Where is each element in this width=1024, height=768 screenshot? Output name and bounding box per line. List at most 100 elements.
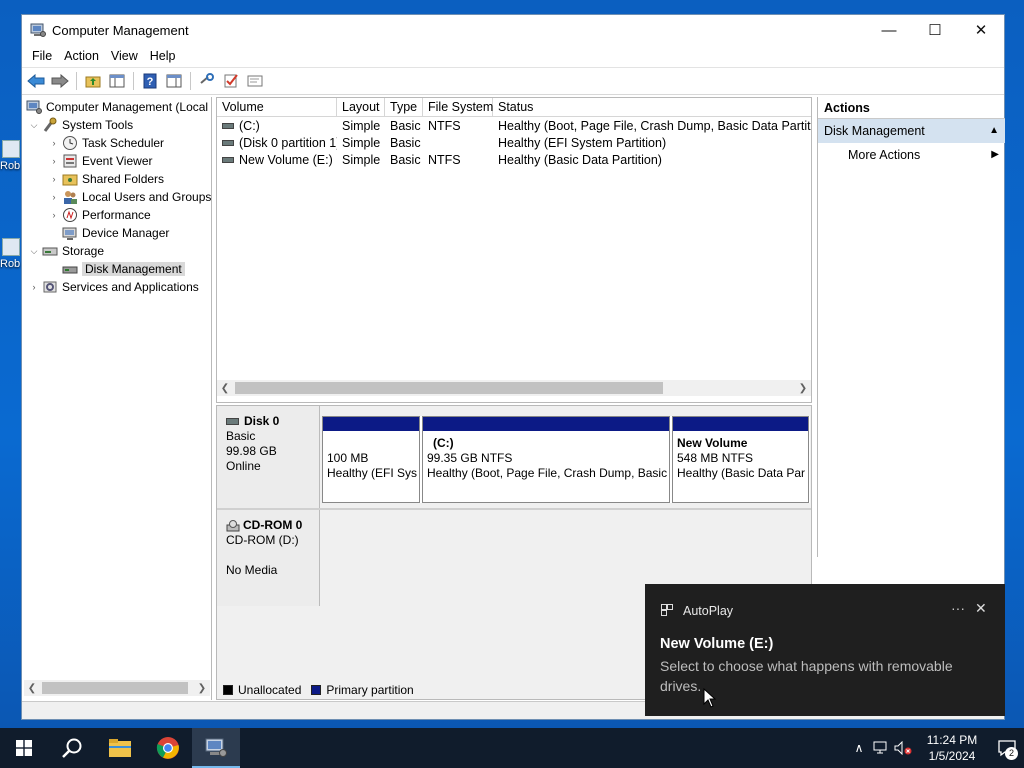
up-folder-button[interactable] [83,71,103,91]
start-button[interactable] [0,728,48,768]
maximize-icon: ☐ [928,22,942,39]
close-button[interactable]: ✕ [958,15,1004,45]
cdrom-0-label[interactable]: CD-ROM 0 CD-ROM (D:) No Media [217,510,320,606]
desktop-icon[interactable]: Rob [0,238,22,278]
network-button[interactable] [870,728,892,768]
windows-logo-icon [16,740,32,756]
maximize-button[interactable]: ☐ [912,15,958,45]
back-button[interactable] [26,71,46,91]
clock[interactable]: 11:24 PM 1/5/2024 [920,732,984,764]
chevron-right-icon[interactable]: › [48,174,60,184]
tree-item-label: Task Scheduler [82,136,165,150]
chrome-button[interactable] [144,728,192,768]
clock-time: 11:24 PM [926,733,978,747]
storage-icon [42,247,58,256]
menu-help[interactable]: Help [144,49,182,63]
tree-item-device-manager[interactable]: Device Manager [60,224,169,242]
more-actions-item[interactable]: More Actions ▶ [818,143,1005,167]
shortcut-icon [2,140,20,158]
volume-layout: Simple [342,152,381,167]
volume-row[interactable]: New Volume (E:) Simple Basic NTFS Health… [217,151,811,168]
volume-row[interactable]: (Disk 0 partition 1) Simple Basic Health… [217,134,811,151]
column-header-volume[interactable]: Volume [217,98,337,116]
desktop-icon[interactable]: Rob [0,140,22,180]
partition-status: Healthy (EFI Sys [327,466,418,480]
actions-section-disk-management[interactable]: Disk Management ▲ [818,119,1005,143]
toolbar: ? [22,67,1004,95]
volume-status: Healthy (Boot, Page File, Crash Dump, Ba… [498,118,811,133]
more-options-icon[interactable]: ··· [951,600,965,616]
column-header-status[interactable]: Status [493,98,811,116]
tree-item-system-tools[interactable]: ⌵ System Tools [28,116,133,134]
tree-item-event-viewer[interactable]: › Event Viewer [48,152,153,170]
tree-item-services-applications[interactable]: › Services and Applications [28,278,199,296]
primary-partition-swatch [311,685,322,695]
chevron-down-icon[interactable]: ⌵ [28,120,40,131]
chevron-right-icon[interactable]: › [48,156,60,166]
menu-view[interactable]: View [105,49,144,63]
disk-legend: Unallocated Primary partition [221,681,414,699]
computer-management-taskbar-button[interactable] [192,728,240,768]
cdrom-drive: CD-ROM (D:) [226,533,299,547]
column-header-type[interactable]: Type [385,98,423,116]
tree-item-label: Shared Folders [82,172,165,186]
chevron-right-icon[interactable]: › [48,192,60,202]
column-header-layout[interactable]: Layout [337,98,385,116]
disk-size: 99.98 GB [226,444,277,458]
menu-action[interactable]: Action [58,49,105,63]
volume-button[interactable] [892,728,914,768]
search-button[interactable] [48,728,96,768]
tree-item-storage[interactable]: ⌵ Storage [28,242,104,260]
scroll-right-icon[interactable]: ❯ [795,380,811,396]
scrollbar-thumb[interactable] [235,382,663,394]
properties-button[interactable] [245,71,265,91]
scroll-left-icon[interactable]: ❮ [24,680,40,696]
partition-new-volume[interactable]: New Volume 548 MB NTFS Healthy (Basic Da… [672,416,809,503]
tree-item-shared-folders[interactable]: › Shared Folders [48,170,165,188]
collapse-up-icon[interactable]: ▲ [989,119,999,143]
action-center-button[interactable]: 2 [990,728,1024,768]
chevron-right-icon[interactable]: › [28,282,40,292]
checklist-icon [224,74,238,88]
show-hide-tree-button[interactable] [107,71,127,91]
actions-pane: Actions Disk Management ▲ More Actions ▶ [817,97,1005,557]
help-button[interactable]: ? [140,71,160,91]
partition-c[interactable]: (C:) 99.35 GB NTFS Healthy (Boot, Page F… [422,416,670,503]
arrow-right-icon [51,74,69,88]
tree-item-label: Local Users and Groups [82,190,212,204]
volume-list-header: Volume Layout Type File System Status [217,98,811,117]
column-header-file-system[interactable]: File System [423,98,493,116]
partition-efi[interactable]: 100 MB Healthy (EFI Sys [322,416,420,503]
disk-0-label[interactable]: Disk 0 Basic 99.98 GB Online [217,406,320,508]
tree-item-performance[interactable]: › Performance [48,206,151,224]
chevron-down-icon[interactable]: ⌵ [28,246,40,257]
console-tree-icon [109,74,125,88]
menu-file[interactable]: File [26,49,58,63]
title-bar[interactable]: Computer Management — ☐ ✕ [22,15,1004,45]
show-hide-action-pane-button[interactable] [164,71,184,91]
chevron-right-icon[interactable]: › [48,210,60,220]
scroll-right-icon[interactable]: ❯ [194,680,210,696]
scrollbar-thumb[interactable] [42,682,188,694]
tree-item-disk-management[interactable]: Disk Management [60,260,185,278]
volume-status: Healthy (Basic Data Partition) [498,152,662,167]
volume-row[interactable]: (C:) Simple Basic NTFS Healthy (Boot, Pa… [217,117,811,134]
forward-button[interactable] [50,71,70,91]
tree-item-task-scheduler[interactable]: › Task Scheduler [48,134,164,152]
performance-icon [63,208,77,222]
show-hidden-icons-button[interactable]: ∧ [848,728,870,768]
chevron-right-icon[interactable]: › [48,138,60,148]
file-explorer-button[interactable] [96,728,144,768]
scroll-left-icon[interactable]: ❮ [217,380,233,396]
check-button[interactable] [221,71,241,91]
minimize-button[interactable]: — [866,15,912,45]
close-icon[interactable]: ✕ [975,600,987,617]
tree-item-computer-management[interactable]: Computer Management (Local [24,98,208,116]
volume-list-horizontal-scrollbar[interactable]: ❮ ❯ [217,380,811,396]
notification-heading: New Volume (E:) [660,636,774,652]
connect-button[interactable] [197,71,217,91]
tree-item-local-users-groups[interactable]: › Local Users and Groups [48,188,211,206]
tree-horizontal-scrollbar[interactable]: ❮ ❯ [24,680,210,696]
autoplay-notification[interactable]: AutoPlay ··· ✕ New Volume (E:) Select to… [645,584,1005,716]
more-actions-label: More Actions [848,148,921,162]
